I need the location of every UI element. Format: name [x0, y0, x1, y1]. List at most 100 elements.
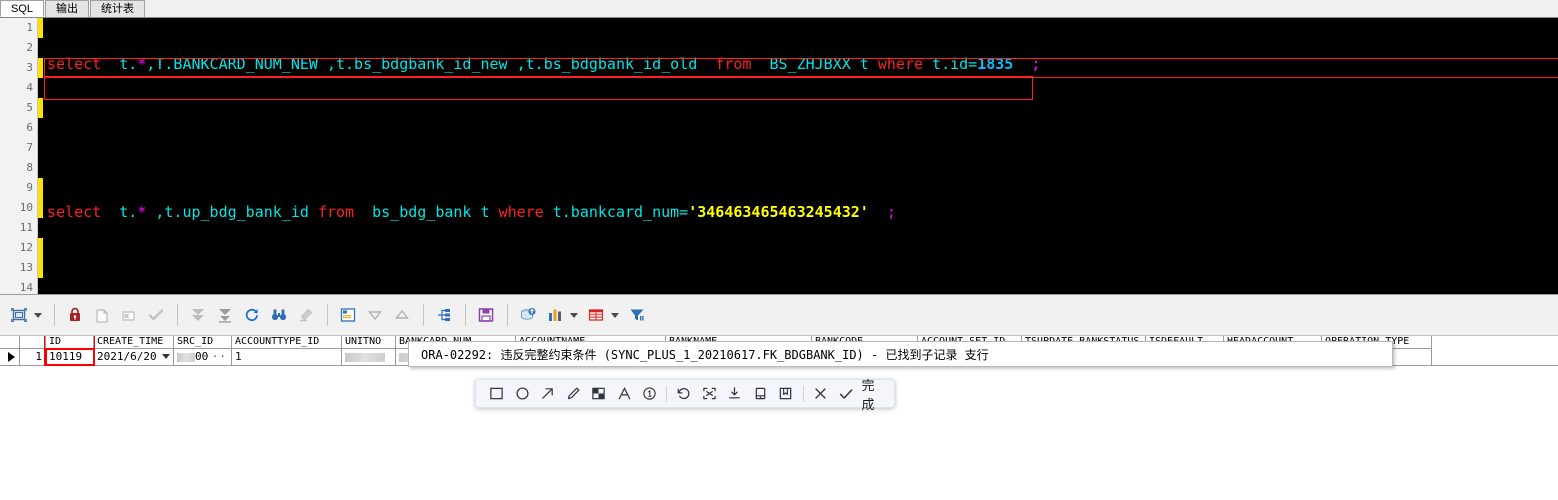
arrow-tool-icon[interactable]	[535, 381, 560, 406]
filter-funnel-icon[interactable]	[624, 302, 650, 328]
find-binoculars-icon[interactable]	[266, 302, 292, 328]
line-number: 4	[26, 81, 33, 94]
delete-record-icon[interactable]	[116, 302, 142, 328]
grid-header-rownum	[20, 336, 46, 349]
fetch-next-page-icon[interactable]	[185, 302, 211, 328]
error-tooltip: ORA-02292: 违反完整约束条件 (SYNC_PLUS_1_2021061…	[408, 341, 1393, 367]
chart-bar-icon[interactable]	[542, 302, 568, 328]
date-dropdown-icon[interactable]	[162, 354, 170, 359]
grid-header-id[interactable]: ID	[46, 336, 94, 349]
sort-descending-icon[interactable]	[362, 302, 388, 328]
sql-keyword: select	[47, 55, 102, 73]
tab-output[interactable]: 输出	[45, 0, 90, 17]
pen-tool-icon[interactable]	[560, 381, 585, 406]
cell-src-id[interactable]: 00 ···	[174, 349, 232, 365]
post-edit-icon[interactable]	[143, 302, 169, 328]
sql-token: t.id=	[923, 55, 978, 73]
sql-token: ;	[1013, 55, 1041, 73]
application-window: SQL 输出 统计表 1 2 3 4 5 6 7 8 9 10 11 12 13…	[0, 0, 1558, 500]
grid-header-create-time[interactable]: CREATE_TIME	[94, 336, 174, 349]
single-record-view-icon[interactable]	[6, 302, 32, 328]
cell-create-time[interactable]: 2021/6/20	[94, 349, 174, 365]
tab-sql-label: SQL	[11, 3, 34, 15]
line-number: 8	[26, 161, 33, 174]
sql-token: BS_ZHJBXX t	[751, 55, 878, 73]
line-number: 6	[26, 121, 33, 134]
cell-create-time-value: 2021/6/20	[97, 350, 157, 363]
error-tooltip-text: ORA-02292: 违反完整约束条件 (SYNC_PLUS_1_2021061…	[421, 347, 989, 362]
line-number: 10	[19, 201, 33, 214]
column-layout-icon[interactable]	[335, 302, 361, 328]
tab-statistics[interactable]: 统计表	[90, 0, 146, 17]
sql-editor[interactable]: 1 2 3 4 5 6 7 8 9 10 11 12 13 14 select …	[0, 18, 1558, 294]
tab-output-label: 输出	[56, 3, 79, 15]
toolbar-separator	[507, 304, 508, 326]
lock-icon[interactable]	[62, 302, 88, 328]
annotation-line-left	[44, 336, 45, 366]
pin-to-screen-icon[interactable]	[748, 381, 773, 406]
annotation-line-right	[94, 336, 95, 366]
sql-token: ;	[868, 203, 896, 221]
ellipse-tool-icon[interactable]	[509, 381, 534, 406]
grid-dropdown-caret-icon[interactable]	[611, 312, 619, 318]
close-icon[interactable]	[808, 381, 833, 406]
sql-token: ,t.bs_bdgbank_id_new	[326, 55, 517, 73]
hierarchy-link-icon[interactable]	[431, 302, 457, 328]
done-button[interactable]: 完成	[858, 375, 886, 413]
chart-dropdown-caret-icon[interactable]	[570, 312, 578, 318]
save-floppy-icon[interactable]	[473, 302, 499, 328]
refresh-icon[interactable]	[239, 302, 265, 328]
cell-accounttype-id[interactable]: 1	[232, 349, 342, 365]
tab-sql[interactable]: SQL	[0, 0, 45, 17]
export-database-icon[interactable]	[515, 302, 541, 328]
bookmark-save-icon[interactable]	[773, 381, 798, 406]
sql-token: t.	[101, 55, 138, 73]
row-number-cell: 1	[20, 349, 46, 365]
insert-record-icon[interactable]	[89, 302, 115, 328]
download-icon[interactable]	[722, 381, 747, 406]
line-number: 11	[19, 221, 33, 234]
line-number: 9	[26, 181, 33, 194]
line-number: 2	[26, 41, 33, 54]
row-selector-indicator[interactable]	[0, 349, 20, 365]
sql-keyword: where	[877, 55, 924, 73]
grid-table-icon[interactable]	[583, 302, 609, 328]
mosaic-tool-icon[interactable]	[586, 381, 611, 406]
sql-token: ,t.up_bdg_bank_id	[146, 203, 318, 221]
code-line-3: select t.* ,t.up_bdg_bank_id from bs_bdg…	[43, 202, 1558, 222]
text-tool-icon[interactable]	[611, 381, 636, 406]
clear-filter-eraser-icon[interactable]	[293, 302, 319, 328]
toolbar-separator	[423, 304, 424, 326]
dropdown-caret-icon[interactable]	[34, 312, 42, 318]
line-number: 13	[19, 261, 33, 274]
line-number: 12	[19, 241, 33, 254]
cell-editor-ellipsis-icon[interactable]: ···	[204, 349, 227, 365]
cell-id[interactable]: 10119	[45, 348, 95, 366]
screenshot-annotation-toolbar[interactable]: 完成	[475, 378, 895, 412]
sort-ascending-icon[interactable]	[389, 302, 415, 328]
sql-token: ,t.bs_bdgbank_id_old	[516, 55, 698, 73]
annotation-separator	[802, 385, 804, 402]
line-number: 14	[19, 281, 33, 294]
sql-space	[697, 55, 715, 73]
tab-statistics-label: 统计表	[101, 3, 135, 15]
sql-token: *	[137, 203, 147, 221]
line-number: 7	[26, 141, 33, 154]
numbered-marker-tool-icon[interactable]	[637, 381, 662, 406]
toolbar-separator	[54, 304, 55, 326]
sql-token: ,T.BANKCARD_NUM_NEW	[146, 55, 327, 73]
sql-token: bs_bdg_bank t	[354, 203, 499, 221]
line-number: 1	[26, 21, 33, 34]
grid-header-src-id[interactable]: SRC_ID	[174, 336, 232, 349]
ocr-extract-icon[interactable]	[697, 381, 722, 406]
code-content[interactable]: select t. * ,T.BANKCARD_NUM_NEW ,t.bs_bdgb…	[43, 18, 1558, 294]
confirm-check-icon[interactable]	[833, 381, 858, 406]
grid-header-accounttype-id[interactable]: ACCOUNTTYPE_ID	[232, 336, 342, 349]
fetch-last-page-icon[interactable]	[212, 302, 238, 328]
undo-icon[interactable]	[671, 381, 696, 406]
cell-unitno[interactable]	[342, 349, 396, 365]
rectangle-tool-icon[interactable]	[484, 381, 509, 406]
grid-header-unitno[interactable]: UNITNO	[342, 336, 396, 349]
